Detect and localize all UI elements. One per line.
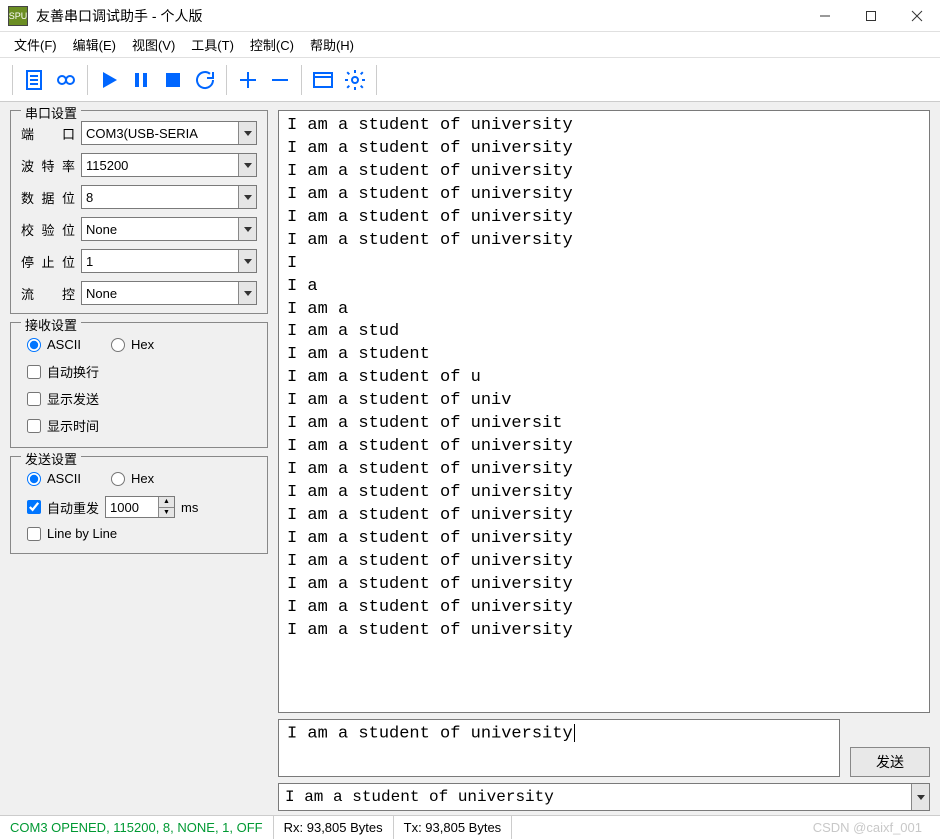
tx-hex-radio[interactable]: Hex	[111, 471, 154, 486]
serial-settings-group: 串口设置 端 口 COM3(USB-SERIA 波特率 115200 数据位 8…	[10, 110, 268, 314]
menu-bar: 文件(F) 编辑(E) 视图(V) 工具(T) 控制(C) 帮助(H)	[0, 32, 940, 58]
main-area: 串口设置 端 口 COM3(USB-SERIA 波特率 115200 数据位 8…	[0, 102, 940, 815]
window-title: 友善串口调试助手 - 个人版	[36, 6, 802, 26]
watermark: CSDN @caixf_001	[813, 820, 922, 835]
history-select[interactable]: I am a student of university	[278, 783, 930, 811]
pause-icon[interactable]	[126, 65, 156, 95]
baud-label: 波特率	[21, 156, 75, 175]
group-title: 发送设置	[21, 449, 81, 468]
plus-icon[interactable]	[233, 65, 263, 95]
chevron-down-icon[interactable]	[238, 122, 256, 144]
refresh-icon[interactable]	[190, 65, 220, 95]
spinner-up-icon[interactable]: ▲	[158, 497, 174, 508]
window-icon[interactable]	[308, 65, 338, 95]
minus-icon[interactable]	[265, 65, 295, 95]
title-bar: SPU 友善串口调试助手 - 个人版	[0, 0, 940, 32]
record-icon[interactable]	[51, 65, 81, 95]
status-connection: COM3 OPENED, 115200, 8, NONE, 1, OFF	[0, 816, 274, 839]
status-tx: Tx: 93,805 Bytes	[394, 816, 513, 839]
unit-label: ms	[181, 500, 198, 515]
port-label: 端 口	[21, 124, 75, 143]
menu-edit[interactable]: 编辑(E)	[67, 33, 122, 56]
send-button[interactable]: 发送	[850, 747, 930, 777]
port-select[interactable]: COM3(USB-SERIA	[81, 121, 257, 145]
menu-control[interactable]: 控制(C)	[244, 33, 300, 56]
chevron-down-icon[interactable]	[238, 282, 256, 304]
menu-help[interactable]: 帮助(H)	[304, 33, 360, 56]
tx-ascii-radio[interactable]: ASCII	[27, 471, 81, 486]
toolbar	[0, 58, 940, 102]
right-panel: I am a student of university I am a stud…	[278, 110, 930, 811]
play-icon[interactable]	[94, 65, 124, 95]
show-time-checkbox[interactable]: 显示时间	[27, 416, 99, 435]
resend-interval-input[interactable]: 1000▲▼	[105, 496, 175, 518]
chevron-down-icon[interactable]	[238, 218, 256, 240]
receive-settings-group: 接收设置 ASCII Hex 自动换行 显示发送 显示时间	[10, 322, 268, 448]
left-panel: 串口设置 端 口 COM3(USB-SERIA 波特率 115200 数据位 8…	[10, 110, 268, 811]
parity-label: 校验位	[21, 220, 75, 239]
databits-select[interactable]: 8	[81, 185, 257, 209]
status-bar: COM3 OPENED, 115200, 8, NONE, 1, OFF Rx:…	[0, 815, 940, 839]
show-send-checkbox[interactable]: 显示发送	[27, 389, 99, 408]
chevron-down-icon[interactable]	[238, 186, 256, 208]
receive-output[interactable]: I am a student of university I am a stud…	[278, 110, 930, 713]
document-icon[interactable]	[19, 65, 49, 95]
gear-icon[interactable]	[340, 65, 370, 95]
chevron-down-icon[interactable]	[238, 250, 256, 272]
maximize-button[interactable]	[848, 0, 894, 32]
close-button[interactable]	[894, 0, 940, 32]
stopbits-select[interactable]: 1	[81, 249, 257, 273]
status-rx: Rx: 93,805 Bytes	[274, 816, 394, 839]
send-settings-group: 发送设置 ASCII Hex 自动重发 1000▲▼ ms Line by Li…	[10, 456, 268, 554]
group-title: 串口设置	[21, 103, 81, 122]
parity-select[interactable]: None	[81, 217, 257, 241]
spinner-down-icon[interactable]: ▼	[158, 508, 174, 518]
rx-ascii-radio[interactable]: ASCII	[27, 337, 81, 352]
databits-label: 数据位	[21, 188, 75, 207]
minimize-button[interactable]	[802, 0, 848, 32]
menu-view[interactable]: 视图(V)	[126, 33, 181, 56]
stopbits-label: 停止位	[21, 252, 75, 271]
send-input[interactable]: I am a student of university	[278, 719, 840, 777]
baud-select[interactable]: 115200	[81, 153, 257, 177]
line-by-line-checkbox[interactable]: Line by Line	[27, 526, 117, 541]
flow-label: 流 控	[21, 284, 75, 303]
flow-select[interactable]: None	[81, 281, 257, 305]
group-title: 接收设置	[21, 315, 81, 334]
menu-file[interactable]: 文件(F)	[8, 33, 63, 56]
menu-tools[interactable]: 工具(T)	[185, 33, 240, 56]
rx-hex-radio[interactable]: Hex	[111, 337, 154, 352]
auto-resend-checkbox[interactable]: 自动重发	[27, 498, 99, 517]
chevron-down-icon[interactable]	[911, 784, 929, 810]
chevron-down-icon[interactable]	[238, 154, 256, 176]
auto-wrap-checkbox[interactable]: 自动换行	[27, 362, 99, 381]
stop-icon[interactable]	[158, 65, 188, 95]
app-icon: SPU	[8, 6, 28, 26]
